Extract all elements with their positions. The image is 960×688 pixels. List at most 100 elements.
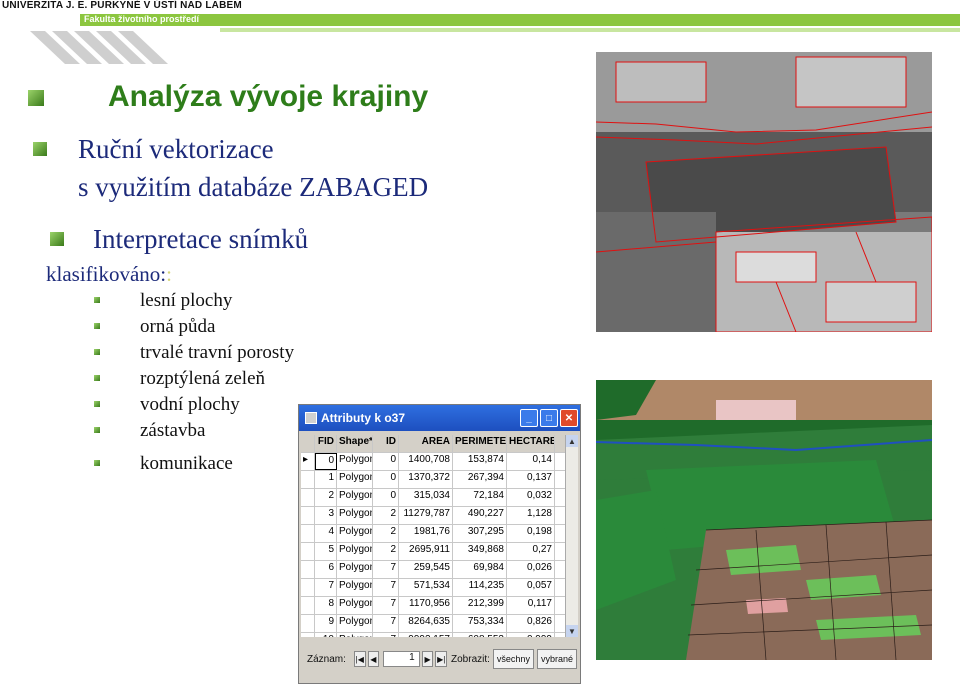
table-cell[interactable]: 11279,787 (399, 507, 453, 524)
table-cell[interactable]: 0,057 (507, 579, 555, 596)
table-cell[interactable]: 1400,708 (399, 453, 453, 470)
table-row[interactable]: 9 Polygon 7 8264,635 753,334 0,826 (301, 615, 565, 633)
row-selector[interactable] (301, 543, 315, 560)
table-cell[interactable]: Polygon (337, 525, 373, 542)
attribute-grid[interactable]: FID Shape* ID AREA PERIMETER HECTARE ▸0P… (301, 435, 565, 637)
table-cell[interactable]: 8264,635 (399, 615, 453, 632)
maximize-icon[interactable]: □ (540, 409, 558, 427)
table-cell[interactable]: Polygon (337, 543, 373, 560)
window-titlebar[interactable]: Attributy k o37 _ □ ✕ (299, 405, 580, 431)
table-cell[interactable]: 0,826 (507, 615, 555, 632)
column-header[interactable]: Shape* (337, 435, 373, 452)
table-cell[interactable]: 0,026 (507, 561, 555, 578)
table-cell[interactable]: 0,137 (507, 471, 555, 488)
column-header[interactable]: ID (373, 435, 399, 452)
table-cell[interactable]: 0 (373, 489, 399, 506)
table-row[interactable]: 3 Polygon 2 11279,787 490,227 1,128 (301, 507, 565, 525)
table-cell[interactable]: Polygon (337, 579, 373, 596)
table-cell[interactable]: 0 (373, 471, 399, 488)
row-selector[interactable] (301, 579, 315, 596)
table-cell[interactable]: 1170,956 (399, 597, 453, 614)
column-header[interactable]: HECTARE (507, 435, 555, 452)
column-header[interactable]: FID (315, 435, 337, 452)
table-cell[interactable]: 0 (315, 453, 337, 470)
table-cell[interactable]: 7 (315, 579, 337, 596)
table-cell[interactable]: 69,984 (453, 561, 507, 578)
table-cell[interactable]: 0,999 (507, 633, 555, 637)
table-cell[interactable]: 0,198 (507, 525, 555, 542)
row-selector[interactable] (301, 615, 315, 632)
table-cell[interactable]: 0,27 (507, 543, 555, 560)
last-record-icon[interactable]: ▶| (435, 651, 448, 667)
table-cell[interactable]: 2 (373, 507, 399, 524)
table-cell[interactable]: Polygon (337, 471, 373, 488)
show-all-button[interactable]: všechny (492, 649, 534, 669)
table-cell[interactable]: 0,14 (507, 453, 555, 470)
table-cell[interactable]: 5 (315, 543, 337, 560)
table-cell[interactable]: 315,034 (399, 489, 453, 506)
table-cell[interactable]: Polygon (337, 507, 373, 524)
table-row[interactable]: 2 Polygon 0 315,034 72,184 0,032 (301, 489, 565, 507)
row-selector[interactable] (301, 597, 315, 614)
table-cell[interactable]: 2 (315, 489, 337, 506)
table-cell[interactable]: 7 (373, 597, 399, 614)
minimize-icon[interactable]: _ (520, 409, 538, 427)
table-cell[interactable]: 2 (373, 525, 399, 542)
table-cell[interactable]: 7 (373, 615, 399, 632)
vertical-scrollbar[interactable]: ▲ ▼ (565, 435, 578, 637)
table-cell[interactable]: Polygon (337, 633, 373, 637)
row-selector[interactable]: ▸ (301, 453, 315, 470)
prev-record-icon[interactable]: ◀ (367, 651, 380, 667)
table-cell[interactable]: 114,235 (453, 579, 507, 596)
table-cell[interactable]: 72,184 (453, 489, 507, 506)
table-cell[interactable]: 6 (315, 561, 337, 578)
table-cell[interactable]: 1 (315, 471, 337, 488)
table-cell[interactable]: 349,868 (453, 543, 507, 560)
row-selector[interactable] (301, 489, 315, 506)
table-cell[interactable]: 9992,157 (399, 633, 453, 637)
table-cell[interactable]: 2695,911 (399, 543, 453, 560)
table-cell[interactable]: 608,553 (453, 633, 507, 637)
row-selector[interactable] (301, 507, 315, 524)
table-cell[interactable]: 4 (315, 525, 337, 542)
table-cell[interactable]: Polygon (337, 453, 373, 470)
column-header[interactable]: AREA (399, 435, 453, 452)
show-selected-button[interactable]: vybrané (536, 649, 577, 669)
table-row[interactable]: 1 Polygon 0 1370,372 267,394 0,137 (301, 471, 565, 489)
column-header[interactable]: PERIMETER (453, 435, 507, 452)
table-cell[interactable]: Polygon (337, 489, 373, 506)
table-cell[interactable]: 1,128 (507, 507, 555, 524)
table-row[interactable]: 4 Polygon 2 1981,76 307,295 0,198 (301, 525, 565, 543)
table-cell[interactable]: Polygon (337, 597, 373, 614)
close-icon[interactable]: ✕ (560, 409, 578, 427)
next-record-icon[interactable]: ▶ (421, 651, 434, 667)
first-record-icon[interactable]: |◀ (353, 651, 366, 667)
table-cell[interactable]: 1981,76 (399, 525, 453, 542)
table-cell[interactable]: 0,117 (507, 597, 555, 614)
table-cell[interactable]: 267,394 (453, 471, 507, 488)
table-row[interactable]: 5 Polygon 2 2695,911 349,868 0,27 (301, 543, 565, 561)
scroll-down-icon[interactable]: ▼ (566, 625, 578, 637)
table-cell[interactable]: Polygon (337, 615, 373, 632)
table-cell[interactable]: 153,874 (453, 453, 507, 470)
table-cell[interactable]: 9 (315, 615, 337, 632)
table-cell[interactable]: 7 (373, 579, 399, 596)
table-row[interactable]: 7 Polygon 7 571,534 114,235 0,057 (301, 579, 565, 597)
table-cell[interactable]: 259,545 (399, 561, 453, 578)
table-cell[interactable]: 571,534 (399, 579, 453, 596)
table-cell[interactable]: 10 (315, 633, 337, 637)
table-cell[interactable]: 7 (373, 561, 399, 578)
table-cell[interactable]: 2 (373, 543, 399, 560)
row-selector[interactable] (301, 471, 315, 488)
table-row[interactable]: 10Polygon79992,157608,5530,999 (301, 633, 565, 637)
table-cell[interactable]: 490,227 (453, 507, 507, 524)
table-cell[interactable]: 3 (315, 507, 337, 524)
row-selector[interactable] (301, 633, 315, 637)
table-cell[interactable]: 8 (315, 597, 337, 614)
table-cell[interactable]: Polygon (337, 561, 373, 578)
row-selector[interactable] (301, 525, 315, 542)
row-selector[interactable] (301, 561, 315, 578)
table-cell[interactable]: 307,295 (453, 525, 507, 542)
table-cell[interactable]: 212,399 (453, 597, 507, 614)
table-row[interactable]: ▸ 0 Polygon 0 1400,708 153,874 0,14 (301, 453, 565, 471)
